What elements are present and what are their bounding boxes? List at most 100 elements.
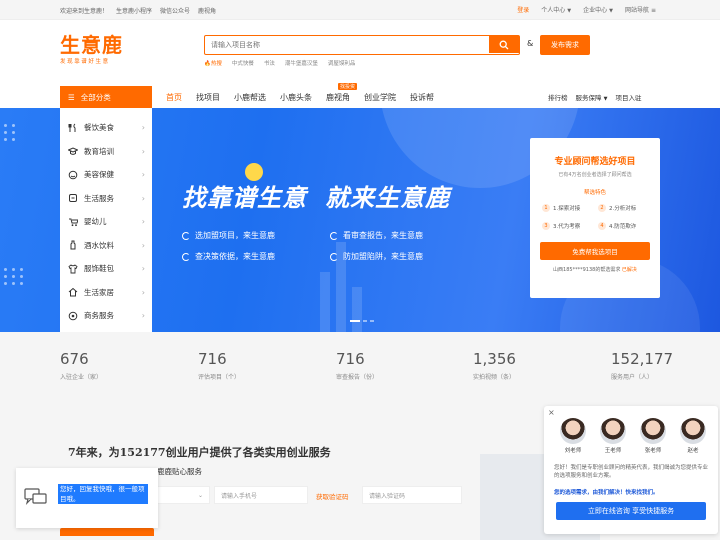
nav-lushijiao-label: 鹿视角 (326, 93, 350, 102)
services-title: 7年来，为152177创业用户提供了各类实用创业服务 (68, 446, 331, 459)
ring-icon (182, 252, 190, 261)
fire-icon: 🔥 (204, 61, 211, 67)
submit-button[interactable] (60, 528, 154, 536)
consult-step: 4 4.防范欺诈 (598, 222, 654, 230)
sidebar-item-business[interactable]: 商务服务 › (60, 304, 152, 328)
sidebar-item-life-service[interactable]: 生活服务 › (60, 187, 152, 211)
carousel-dot[interactable] (363, 320, 367, 322)
chat-popup[interactable]: 您好，回复我快哦，很一般项目哦。 (16, 468, 158, 528)
consult-online-button[interactable]: 立即在线咨询 享受快捷服务 (556, 502, 706, 520)
ring-icon (330, 231, 338, 240)
top-bar: 欢迎来到生意鹿！ 生意鹿小程序 微信公众号 鹿视角 登录 个人中心 ▼ 企业中心 ▼… (0, 0, 720, 20)
carousel-dot[interactable] (350, 320, 360, 322)
consult-step: 1 1.探索对接 (542, 204, 598, 212)
sidebar-item-education[interactable]: 教育培训 › (60, 140, 152, 164)
hot-word[interactable]: 书法 (264, 59, 275, 67)
ranking-link[interactable]: 排行榜 (548, 92, 568, 102)
banner-feature: 选加盟项目，来生意鹿 (182, 230, 330, 241)
list-icon: ☰ (68, 92, 75, 102)
phone-input[interactable]: 请输入手机号 (214, 486, 308, 504)
all-categories-button[interactable]: ☰ 全部分类 (60, 86, 152, 108)
service-guarantee-menu[interactable]: 服务保障 ▼ (576, 92, 608, 102)
nav-lushijiao[interactable]: 找投资 鹿视角 (326, 83, 358, 103)
chevron-down-icon: ⌄ (197, 491, 203, 499)
avatar (600, 418, 626, 444)
hot-word[interactable]: 调屋馍利品 (328, 59, 356, 67)
step-icon: 3 (542, 222, 550, 230)
service-guarantee-label: 服务保障 (575, 94, 602, 102)
nav-home[interactable]: 首页 (166, 92, 182, 103)
logo-text: 生意鹿 (60, 33, 123, 57)
dot-grid-decor (4, 268, 24, 285)
wechat-link[interactable]: 微信公众号 (160, 6, 190, 15)
nav-xiaolu-pick[interactable]: 小鹿帮选 (234, 92, 266, 103)
nav-complaint[interactable]: 投诉帮 (410, 92, 434, 103)
publish-demand-button[interactable]: 发布需求 (540, 35, 590, 55)
personal-center-menu[interactable]: 个人中心 ▼ (541, 5, 571, 14)
dot-grid-decor (4, 124, 18, 141)
ampersand: & (527, 39, 534, 48)
hot-word[interactable]: 潮牛堡嘉汉堡 (285, 59, 318, 67)
consult-subtitle: 已有4万名创业者选择了顾问帮选 (558, 172, 632, 178)
hot-word[interactable]: 中式快餐 (232, 59, 254, 67)
chevron-right-icon: › (141, 217, 145, 227)
consult-title: 专业顾问帮选好项目 (554, 157, 636, 167)
sidebar-item-food[interactable]: 餐饮美食 › (60, 116, 152, 140)
step-icon: 4 (598, 222, 606, 230)
avatar (640, 418, 666, 444)
sitemap-link[interactable]: 网站导航 ≡ (625, 5, 656, 14)
chevron-down-icon: ▼ (603, 96, 608, 102)
personal-center-label: 个人中心 (541, 7, 566, 14)
nav-xiaolu-news[interactable]: 小鹿头条 (280, 92, 312, 103)
chevron-right-icon: › (141, 240, 145, 250)
briefcase-icon (68, 311, 78, 321)
advisor-item[interactable]: 赵老 (678, 418, 708, 454)
get-code-button[interactable]: 获取验证码 (316, 491, 349, 501)
logo-slogan: 发现靠谱好生意 (60, 59, 110, 65)
mini-program-link[interactable]: 生意鹿小程序 (116, 6, 152, 15)
project-join-link[interactable]: 项目入驻 (615, 92, 641, 102)
advisor-description: 您好！我们是专职创业顾问的精英代表，我们竭诚为您提供专业的选项服务和创业方案。 (554, 465, 709, 479)
nav-find-project[interactable]: 找项目 (196, 92, 220, 103)
sidebar-item-home[interactable]: 生活家居 › (60, 281, 152, 305)
banner-headline-b: 就来生意鹿 (325, 184, 450, 212)
consult-feature-label: 帮选特色 (583, 190, 606, 196)
header: 生意鹿 发现靠谱好生意 & 发布需求 🔥热搜 中式快餐 书法 潮牛堡嘉汉堡 调屋… (0, 20, 720, 86)
logo[interactable]: 生意鹿 发现靠谱好生意 (60, 34, 150, 65)
advisor-item[interactable]: 王老师 (598, 418, 628, 454)
advisor-item[interactable]: 刘老师 (558, 418, 588, 454)
avatar (680, 418, 706, 444)
sidebar-item-drinks[interactable]: 酒水饮料 › (60, 234, 152, 258)
chevron-down-icon: ▼ (567, 8, 572, 14)
advisor-emphasis: 您的选项需求，由我们解决！快来找我们。 (554, 490, 659, 496)
decor-bar (320, 272, 330, 332)
chevron-right-icon: › (141, 146, 145, 156)
close-icon[interactable]: × (548, 408, 555, 417)
menu-icon: ≡ (650, 7, 656, 14)
welcome-text: 欢迎来到生意鹿！ (60, 8, 109, 15)
decor-bar (352, 287, 362, 332)
nav-academy[interactable]: 创业学院 (364, 92, 396, 103)
ring-icon (330, 252, 338, 261)
lushijiao-link[interactable]: 鹿视角 (198, 6, 216, 15)
sitemap-label: 网站导航 (625, 7, 650, 14)
login-link[interactable]: 登录 (517, 5, 529, 14)
beauty-icon (68, 170, 78, 180)
chat-bubble-icon (24, 488, 48, 511)
top-bar-right: 登录 个人中心 ▼ 企业中心 ▼ 网站导航 ≡ (517, 5, 656, 14)
sidebar-item-baby[interactable]: 婴幼儿 › (60, 210, 152, 234)
stat-item: 1,356 实拍视频（条） (473, 350, 516, 381)
top-bar-left: 欢迎来到生意鹿！ 生意鹿小程序 微信公众号 鹿视角 (60, 6, 216, 15)
search-button[interactable] (489, 36, 519, 53)
free-pick-button[interactable]: 免费帮我选项目 (540, 242, 650, 260)
chat-message: 您好，回复我快哦，很一般项目哦。 (58, 484, 148, 504)
code-input[interactable]: 请输入验证码 (362, 486, 462, 504)
search-input[interactable] (205, 36, 485, 53)
step-icon: 2 (598, 204, 606, 212)
nav-right: 排行榜 服务保障 ▼ 项目入驻 (548, 92, 641, 102)
carousel-dot[interactable] (370, 320, 374, 322)
sidebar-item-beauty[interactable]: 美容保健 › (60, 163, 152, 187)
sidebar-item-apparel[interactable]: 服饰鞋包 › (60, 257, 152, 281)
advisor-item[interactable]: 张老师 (638, 418, 668, 454)
enterprise-center-menu[interactable]: 企业中心 ▼ (583, 5, 613, 14)
